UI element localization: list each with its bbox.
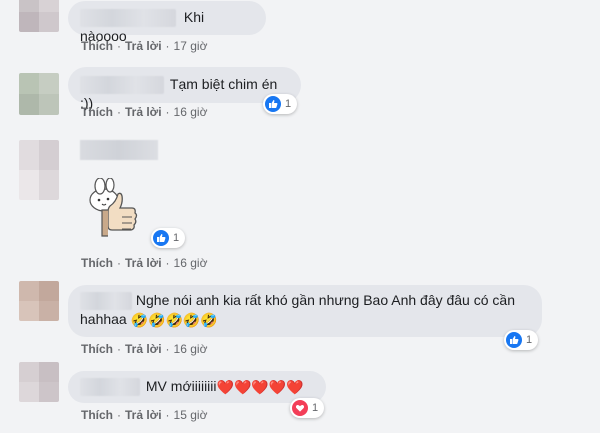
author-name[interactable] bbox=[80, 292, 132, 311]
timestamp[interactable]: 16 giờ bbox=[174, 342, 208, 356]
comment-bubble: MV mớiiiiiiii❤️❤️❤️❤️❤️ bbox=[68, 371, 326, 403]
reaction-count[interactable]: 1 bbox=[504, 330, 539, 350]
comment-actions: Thích · Trả lời · 16 giờ bbox=[81, 105, 208, 119]
rofl-emoji: 🤣 bbox=[200, 312, 218, 329]
reply-link[interactable]: Trả lời bbox=[125, 105, 162, 119]
avatar[interactable] bbox=[19, 0, 59, 32]
heart-emoji: ❤️ bbox=[286, 378, 304, 395]
heart-emoji: ❤️ bbox=[251, 378, 269, 395]
rofl-emoji: 🤣 bbox=[165, 312, 183, 329]
author-name[interactable] bbox=[80, 378, 140, 397]
comment-actions: Thích · Trả lời · 16 giờ bbox=[81, 256, 208, 270]
comment-text-line-1: Nghe nói anh kia rất khó gần nhưng Bao A… bbox=[135, 292, 515, 308]
reply-link[interactable]: Trả lời bbox=[125, 342, 162, 356]
reaction-count-value: 1 bbox=[173, 232, 180, 244]
like-link[interactable]: Thích bbox=[81, 105, 113, 119]
reaction-count-value: 1 bbox=[312, 402, 319, 414]
timestamp[interactable]: 17 giờ bbox=[174, 39, 208, 53]
like-link[interactable]: Thích bbox=[81, 256, 113, 270]
rofl-emoji: 🤣 bbox=[182, 312, 201, 329]
reply-link[interactable]: Trả lời bbox=[125, 408, 162, 422]
thumbs-up-bunny-sticker bbox=[84, 177, 146, 250]
reply-link[interactable]: Trả lời bbox=[125, 39, 162, 53]
reply-link[interactable]: Trả lời bbox=[125, 256, 162, 270]
like-link[interactable]: Thích bbox=[81, 408, 113, 422]
comment-bubble: Nghe nói anh kia rất khó gần nhưng Bao A… bbox=[68, 285, 542, 337]
rofl-emoji: 🤣 bbox=[130, 312, 149, 329]
comment-actions: Thích · Trả lời · 16 giờ bbox=[81, 342, 208, 356]
rofl-emoji: 🤣 bbox=[148, 312, 166, 329]
comment-text-line-2: hahhaa bbox=[80, 311, 127, 328]
author-name[interactable] bbox=[80, 76, 164, 95]
reaction-count[interactable]: 1 bbox=[263, 94, 298, 114]
comment-actions: Thích · Trả lời · 15 giờ bbox=[81, 408, 208, 422]
author-name[interactable] bbox=[80, 9, 176, 28]
heart-emoji: ❤️ bbox=[216, 378, 234, 395]
like-link[interactable]: Thích bbox=[81, 342, 113, 356]
like-icon bbox=[265, 96, 281, 112]
timestamp[interactable]: 15 giờ bbox=[174, 408, 208, 422]
reaction-count-value: 1 bbox=[285, 98, 292, 110]
comment-actions: Thích · Trả lời · 17 giờ bbox=[81, 39, 208, 53]
avatar[interactable] bbox=[19, 140, 59, 200]
heart-emoji: ❤️ bbox=[268, 378, 287, 395]
like-icon bbox=[153, 230, 169, 246]
avatar[interactable] bbox=[19, 362, 59, 402]
heart-emoji: ❤️ bbox=[233, 378, 252, 395]
author-name[interactable] bbox=[80, 140, 158, 160]
comment-bubble: Khi nàoooo bbox=[68, 1, 266, 44]
like-icon bbox=[506, 332, 522, 348]
timestamp[interactable]: 16 giờ bbox=[174, 105, 208, 119]
avatar[interactable] bbox=[19, 73, 59, 115]
love-icon bbox=[292, 400, 308, 416]
comment-text: MV mớiiiiiiii bbox=[145, 378, 217, 394]
like-link[interactable]: Thích bbox=[81, 39, 113, 53]
timestamp[interactable]: 16 giờ bbox=[174, 256, 208, 270]
reaction-count[interactable]: 1 bbox=[290, 398, 325, 418]
avatar[interactable] bbox=[19, 281, 59, 321]
reaction-count-value: 1 bbox=[526, 334, 533, 346]
reaction-count[interactable]: 1 bbox=[151, 228, 186, 248]
